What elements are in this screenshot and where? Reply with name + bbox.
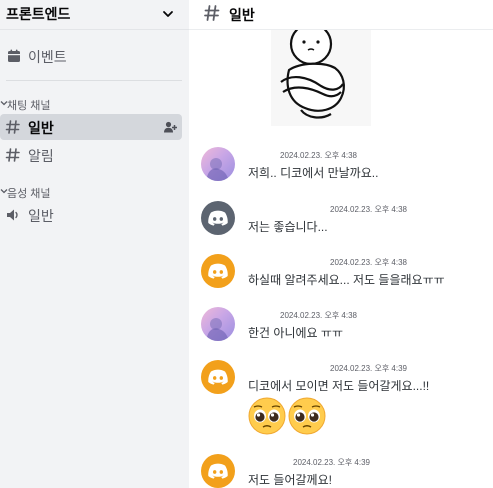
discord-icon	[208, 463, 228, 479]
message-text: 한건 아니에요 ㅠㅠ	[248, 326, 343, 340]
message-timestamp: 2024.02.23. 오후 4:39	[330, 364, 407, 373]
hashtag-icon	[5, 120, 20, 134]
speaker-icon	[7, 209, 18, 221]
discord-icon	[208, 369, 228, 385]
voice-channel-item-general[interactable]: 일반	[0, 202, 182, 228]
channel-label: 일반	[28, 208, 54, 224]
hashtag-icon	[5, 148, 20, 162]
avatar[interactable]	[201, 360, 235, 394]
channel-label: 알림	[28, 148, 54, 164]
avatar[interactable]	[201, 307, 235, 341]
message-text: 하실때 알려주세요... 저도 들을래요ㅠㅠ	[248, 273, 445, 287]
message-text: 저희.. 디코에서 만날까요..	[248, 166, 379, 180]
avatar[interactable]	[201, 254, 235, 288]
message-text: 디코에서 모이면 저도 들어갈게요...!!	[248, 379, 430, 393]
events-label: 이벤트	[28, 49, 67, 65]
category-text-channels[interactable]: 채팅 채널	[0, 97, 80, 112]
channel-header: 일반	[189, 0, 493, 30]
message-timestamp: 2024.02.23. 오후 4:38	[330, 205, 407, 214]
channel-sidebar: 프론트엔드 이벤트 채팅 채널 일반 알림 음성 채널 일반	[0, 0, 189, 488]
message-timestamp: 2024.02.23. 오후 4:39	[293, 458, 370, 467]
message-timestamp: 2024.02.23. 오후 4:38	[280, 151, 357, 160]
message-text: 저는 좋습니다...	[248, 220, 328, 234]
discord-icon	[208, 210, 228, 226]
avatar[interactable]	[201, 147, 235, 181]
message-timestamp: 2024.02.23. 오후 4:38	[280, 311, 357, 320]
sticker-image[interactable]	[271, 30, 371, 126]
events-item[interactable]: 이벤트	[0, 44, 189, 68]
hashtag-icon	[204, 5, 220, 21]
message-text: 저도 들어갈께요!	[248, 473, 332, 487]
message-item[interactable]: 2024.02.23. 오후 4:38 한건 아니에요 ㅠㅠ	[189, 305, 493, 341]
message-item[interactable]: 2024.02.23. 오후 4:39 디코에서 모이면 저도 들어갈게요...…	[189, 358, 493, 438]
message-timestamp: 2024.02.23. 오후 4:38	[330, 258, 407, 267]
discord-icon	[208, 263, 228, 279]
profile-photo-icon	[207, 318, 229, 341]
category-voice-channels[interactable]: 음성 채널	[0, 185, 80, 200]
message-item[interactable]: 2024.02.23. 오후 4:38 저희.. 디코에서 만날까요..	[189, 147, 493, 183]
channel-item-general[interactable]: 일반	[0, 114, 182, 140]
message-item[interactable]: 2024.02.23. 오후 4:38 저는 좋습니다...	[189, 199, 493, 235]
pleading-face-icon	[248, 397, 286, 435]
channel-label: 일반	[28, 120, 54, 136]
pleading-face-icon	[288, 397, 326, 435]
chevron-down-icon[interactable]	[162, 8, 174, 20]
profile-photo-icon	[207, 158, 229, 181]
avatar[interactable]	[201, 201, 235, 235]
message-item[interactable]: 2024.02.23. 오후 4:39 저도 들어갈께요!	[189, 453, 493, 488]
channel-item-notice[interactable]: 알림	[0, 142, 182, 168]
calendar-icon	[8, 49, 20, 62]
add-member-icon[interactable]	[163, 120, 177, 134]
server-header[interactable]: 프론트엔드	[0, 0, 189, 30]
avatar[interactable]	[201, 454, 235, 488]
sidebar-divider	[6, 80, 182, 81]
category-label: 채팅 채널	[7, 100, 51, 112]
chat-area: 일반 2024.02.23. 오후 4:38 저희.. 디코에서 만날까요..	[189, 0, 493, 488]
channel-title: 일반	[229, 7, 255, 23]
category-label: 음성 채널	[7, 188, 51, 200]
server-name: 프론트엔드	[6, 6, 71, 22]
message-item[interactable]: 2024.02.23. 오후 4:38 하실때 알려주세요... 저도 들을래요…	[189, 252, 493, 288]
